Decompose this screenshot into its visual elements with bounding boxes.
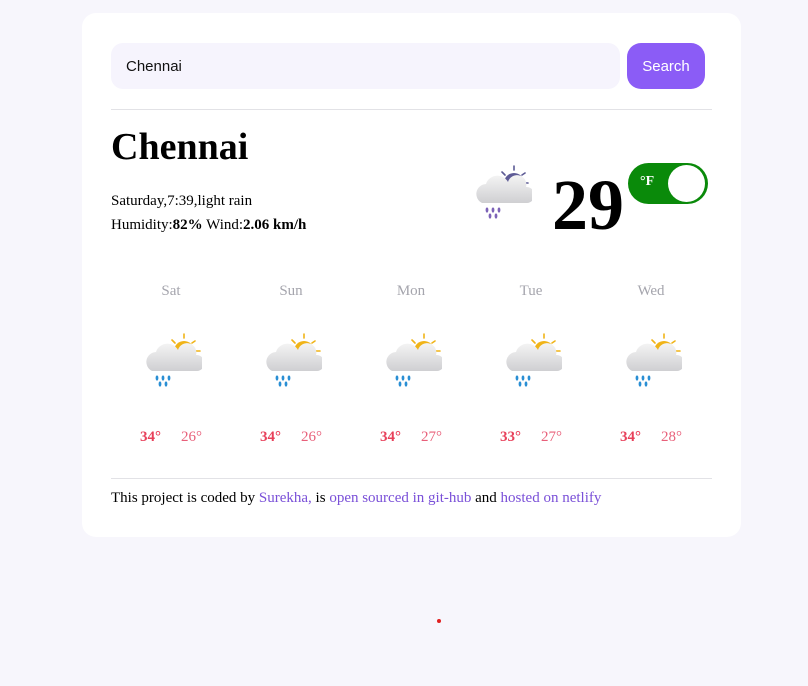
city-name: Chennai xyxy=(111,126,249,168)
forecast-day-name: Tue xyxy=(519,283,543,299)
search-button[interactable]: Search xyxy=(627,43,705,89)
forecast-temps: 34° 26° xyxy=(260,427,322,447)
search-form: Search xyxy=(111,43,705,89)
red-dot xyxy=(437,619,441,623)
divider xyxy=(111,478,712,479)
forecast-high: 34° xyxy=(380,429,401,445)
sun-cloud-rain-icon xyxy=(146,333,202,387)
forecast-day: Sun 34° 26° xyxy=(231,281,351,447)
footer-text: This project is coded by xyxy=(111,490,259,506)
unit-label: °F xyxy=(640,174,655,189)
forecast-high: 34° xyxy=(620,429,641,445)
wind-value: 2.06 km/h xyxy=(243,217,307,233)
current-temperature: 29 xyxy=(552,165,624,245)
humidity-wind: Humidity:82% Wind:2.06 km/h xyxy=(111,213,306,237)
night-cloud-rain-icon xyxy=(476,165,532,219)
forecast-temps: 34° 28° xyxy=(620,427,682,447)
sun-cloud-rain-icon xyxy=(266,333,322,387)
humidity-label: Humidity: xyxy=(111,217,173,233)
humidity-value: 82% xyxy=(172,217,203,233)
wind-label: Wind: xyxy=(202,217,244,233)
forecast-low: 26° xyxy=(181,429,202,445)
forecast: Sat 34° 26° Sun 34° 26° Mon 34° 27° Tue … xyxy=(111,281,711,447)
footer-text: and xyxy=(471,490,501,506)
city-search-input[interactable] xyxy=(111,43,620,89)
netlify-link[interactable]: hosted on netlify xyxy=(501,490,602,506)
forecast-day-name: Mon xyxy=(396,283,426,299)
author-link[interactable]: Surekha, xyxy=(259,490,312,506)
forecast-low: 28° xyxy=(661,429,682,445)
forecast-day: Sat 34° 26° xyxy=(111,281,231,447)
weather-card: Search Chennai Saturday,7:39,light rain … xyxy=(82,13,741,537)
forecast-day: Wed 34° 28° xyxy=(591,281,711,447)
toggle-knob xyxy=(668,165,705,202)
forecast-day-name: Sun xyxy=(279,283,303,299)
forecast-high: 34° xyxy=(140,429,161,445)
forecast-day-name: Wed xyxy=(637,283,665,299)
github-link[interactable]: open sourced in git-hub xyxy=(329,490,471,506)
forecast-day-name: Sat xyxy=(161,283,181,299)
forecast-high: 34° xyxy=(260,429,281,445)
current-info: Saturday,7:39,light rain Humidity:82% Wi… xyxy=(111,189,306,237)
forecast-low: 26° xyxy=(301,429,322,445)
sun-cloud-rain-icon xyxy=(626,333,682,387)
unit-toggle[interactable]: °F xyxy=(628,163,708,204)
forecast-temps: 33° 27° xyxy=(500,427,562,447)
forecast-low: 27° xyxy=(541,429,562,445)
sun-cloud-rain-icon xyxy=(506,333,562,387)
day-time-description: Saturday,7:39,light rain xyxy=(111,193,253,209)
forecast-day: Mon 34° 27° xyxy=(351,281,471,447)
forecast-day: Tue 33° 27° xyxy=(471,281,591,447)
sun-cloud-rain-icon xyxy=(386,333,442,387)
forecast-high: 33° xyxy=(500,429,521,445)
footer: This project is coded by Surekha, is ope… xyxy=(111,488,601,508)
forecast-temps: 34° 26° xyxy=(140,427,202,447)
divider xyxy=(111,109,712,110)
forecast-temps: 34° 27° xyxy=(380,427,442,447)
footer-text: is xyxy=(311,490,330,506)
forecast-low: 27° xyxy=(421,429,442,445)
